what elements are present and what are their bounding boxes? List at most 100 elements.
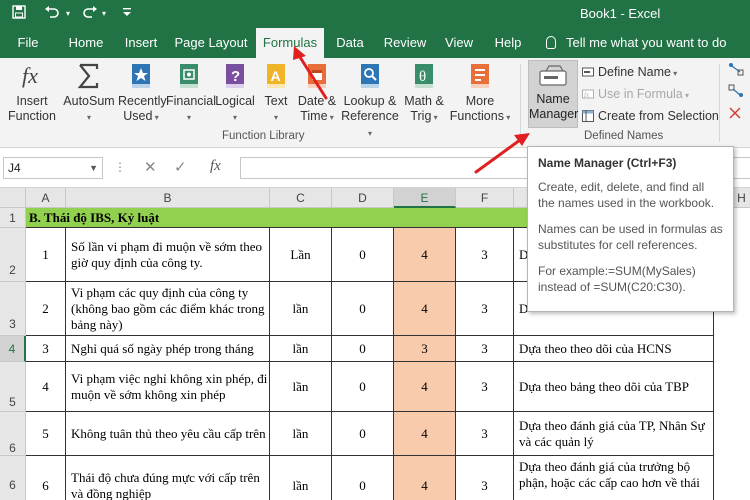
tab-view[interactable]: View (440, 28, 478, 58)
table-cell[interactable]: lần (270, 362, 332, 412)
undo-icon[interactable] (44, 5, 60, 23)
create-from-selection-button[interactable]: Create from Selection (582, 106, 719, 126)
table-cell[interactable]: 3 (456, 336, 514, 362)
table-cell[interactable]: 4 (394, 228, 456, 282)
remove-arrows-icon[interactable] (728, 106, 744, 123)
table-cell[interactable]: 3 (26, 336, 66, 362)
column-header-e[interactable]: E (394, 188, 456, 208)
table-cell[interactable]: Vi phạm các quy định của công ty (không … (66, 282, 270, 336)
table-cell[interactable]: 3 (394, 336, 456, 362)
math-trig-label: Math & Trig (404, 94, 444, 123)
tab-home[interactable]: Home (62, 28, 110, 58)
table-cell[interactable]: 0 (332, 282, 394, 336)
table-cell[interactable]: 6 (26, 456, 66, 500)
financial-button[interactable]: Financial ▾ (166, 62, 216, 125)
table-cell[interactable]: 3 (456, 282, 514, 336)
tell-me-search[interactable]: Tell me what you want to do (546, 28, 726, 58)
column-header-d[interactable]: D (332, 188, 394, 208)
logical-button[interactable]: ? Logical ▾ (214, 62, 256, 125)
define-name-button[interactable]: Define Name ▾ (582, 62, 677, 82)
use-in-formula-button[interactable]: fx Use in Formula ▾ (582, 84, 689, 104)
save-icon[interactable] (12, 5, 26, 23)
row-header[interactable]: 1 (0, 208, 26, 228)
tab-review[interactable]: Review (380, 28, 430, 58)
table-cell[interactable]: Vi phạm việc nghỉ không xin phép, đi muộ… (66, 362, 270, 412)
tab-data[interactable]: Data (332, 28, 368, 58)
trace-precedents-icon[interactable] (728, 62, 744, 79)
table-cell[interactable]: Không tuân thủ theo yêu cầu cấp trên (66, 412, 270, 456)
table-cell[interactable]: lần (270, 456, 332, 500)
table-cell[interactable]: 0 (332, 456, 394, 500)
text-button[interactable]: A Text ▾ (260, 62, 292, 125)
table-cell[interactable]: 4 (394, 282, 456, 336)
autosum-button[interactable]: AutoSum ▾ (62, 62, 116, 125)
table-cell[interactable]: 4 (394, 456, 456, 500)
use-in-formula-icon: fx (582, 86, 594, 99)
column-header-c[interactable]: C (270, 188, 332, 208)
tab-insert[interactable]: Insert (118, 28, 164, 58)
table-cell[interactable]: 3 (456, 228, 514, 282)
more-functions-button[interactable]: More Functions ▾ (448, 62, 512, 125)
table-cell[interactable]: Số lần vi phạm đi muộn về sớm theo giờ q… (66, 228, 270, 282)
table-cell[interactable]: 0 (332, 362, 394, 412)
row-header[interactable]: 5 (0, 362, 26, 412)
column-header-f[interactable]: F (456, 188, 514, 208)
table-cell[interactable]: Lần (270, 228, 332, 282)
tab-formulas[interactable]: Formulas (256, 28, 324, 59)
table-cell[interactable]: 4 (394, 362, 456, 412)
tooltip-example: For example:=SUM(MySales) instead of =SU… (538, 264, 696, 294)
table-cell[interactable]: 4 (394, 412, 456, 456)
tell-me-label: Tell me what you want to do (566, 35, 727, 50)
table-cell[interactable]: lần (270, 412, 332, 456)
table-cell[interactable]: 4 (26, 362, 66, 412)
row-header[interactable]: 6 (0, 412, 26, 456)
row-header[interactable]: 6 (0, 456, 26, 500)
table-cell[interactable]: 3 (456, 362, 514, 412)
redo-icon[interactable] (82, 5, 98, 23)
table-cell[interactable]: 0 (332, 228, 394, 282)
formula-bar-options-icon[interactable]: ⋮ (114, 160, 126, 174)
tab-help[interactable]: Help (490, 28, 526, 58)
table-cell[interactable]: Dựa theo đánh giá của trưởng bộ phận, ho… (514, 456, 714, 500)
name-box[interactable]: J4 ▼ (3, 157, 103, 179)
table-cell[interactable]: 3 (456, 456, 514, 500)
redo-dropdown-icon[interactable]: ▾ (102, 5, 106, 23)
insert-function-label: Insert Function (8, 94, 56, 123)
table-cell[interactable]: Dựa theo bảng theo dõi của TBP (514, 362, 714, 412)
star-book-icon (128, 62, 154, 90)
row-header[interactable]: 3 (0, 282, 26, 336)
enter-icon[interactable]: ✓ (174, 158, 187, 176)
lookup-reference-button[interactable]: Lookup & Reference ▾ (340, 62, 400, 141)
table-cell[interactable]: Thái độ chưa đúng mực với cấp trên và đồ… (66, 456, 270, 500)
customize-toolbar-icon[interactable] (122, 5, 132, 23)
name-manager-button[interactable]: Name Manager (528, 60, 578, 128)
select-all-corner[interactable] (0, 188, 26, 208)
table-cell[interactable]: 0 (332, 412, 394, 456)
recently-used-button[interactable]: Recently Used ▾ (118, 62, 167, 125)
math-trig-button[interactable]: θ Math & Trig ▾ (402, 62, 446, 125)
undo-dropdown-icon[interactable]: ▾ (66, 5, 70, 23)
table-cell[interactable]: 1 (26, 228, 66, 282)
tab-file[interactable]: File (10, 28, 46, 58)
table-cell[interactable]: Dựa theo đánh giá của TP, Nhân Sự và các… (514, 412, 714, 456)
table-cell[interactable]: lần (270, 282, 332, 336)
row-header[interactable]: 4 (0, 336, 26, 362)
table-cell[interactable]: 5 (26, 412, 66, 456)
table-cell[interactable]: 2 (26, 282, 66, 336)
table-cell[interactable]: 0 (332, 336, 394, 362)
name-box-dropdown-icon[interactable]: ▼ (89, 158, 98, 178)
date-time-button[interactable]: Date & Time ▾ (294, 62, 340, 125)
column-header-a[interactable]: A (26, 188, 66, 208)
row-header[interactable]: 2 (0, 228, 26, 282)
trace-dependents-icon[interactable] (728, 84, 744, 101)
column-header-b[interactable]: B (66, 188, 270, 208)
table-cell[interactable]: lần (270, 336, 332, 362)
table-cell[interactable]: Nghỉ quá số ngày phép trong tháng (66, 336, 270, 362)
calendar-icon (304, 62, 330, 90)
insert-function-button[interactable]: fx Insert Function (6, 62, 58, 124)
table-cell[interactable]: 3 (456, 412, 514, 456)
tab-page-layout[interactable]: Page Layout (172, 28, 250, 58)
cancel-icon[interactable]: ✕ (144, 158, 157, 176)
table-cell[interactable]: Dựa theo theo dõi của HCNS (514, 336, 714, 362)
insert-function-icon[interactable]: fx (210, 158, 221, 175)
